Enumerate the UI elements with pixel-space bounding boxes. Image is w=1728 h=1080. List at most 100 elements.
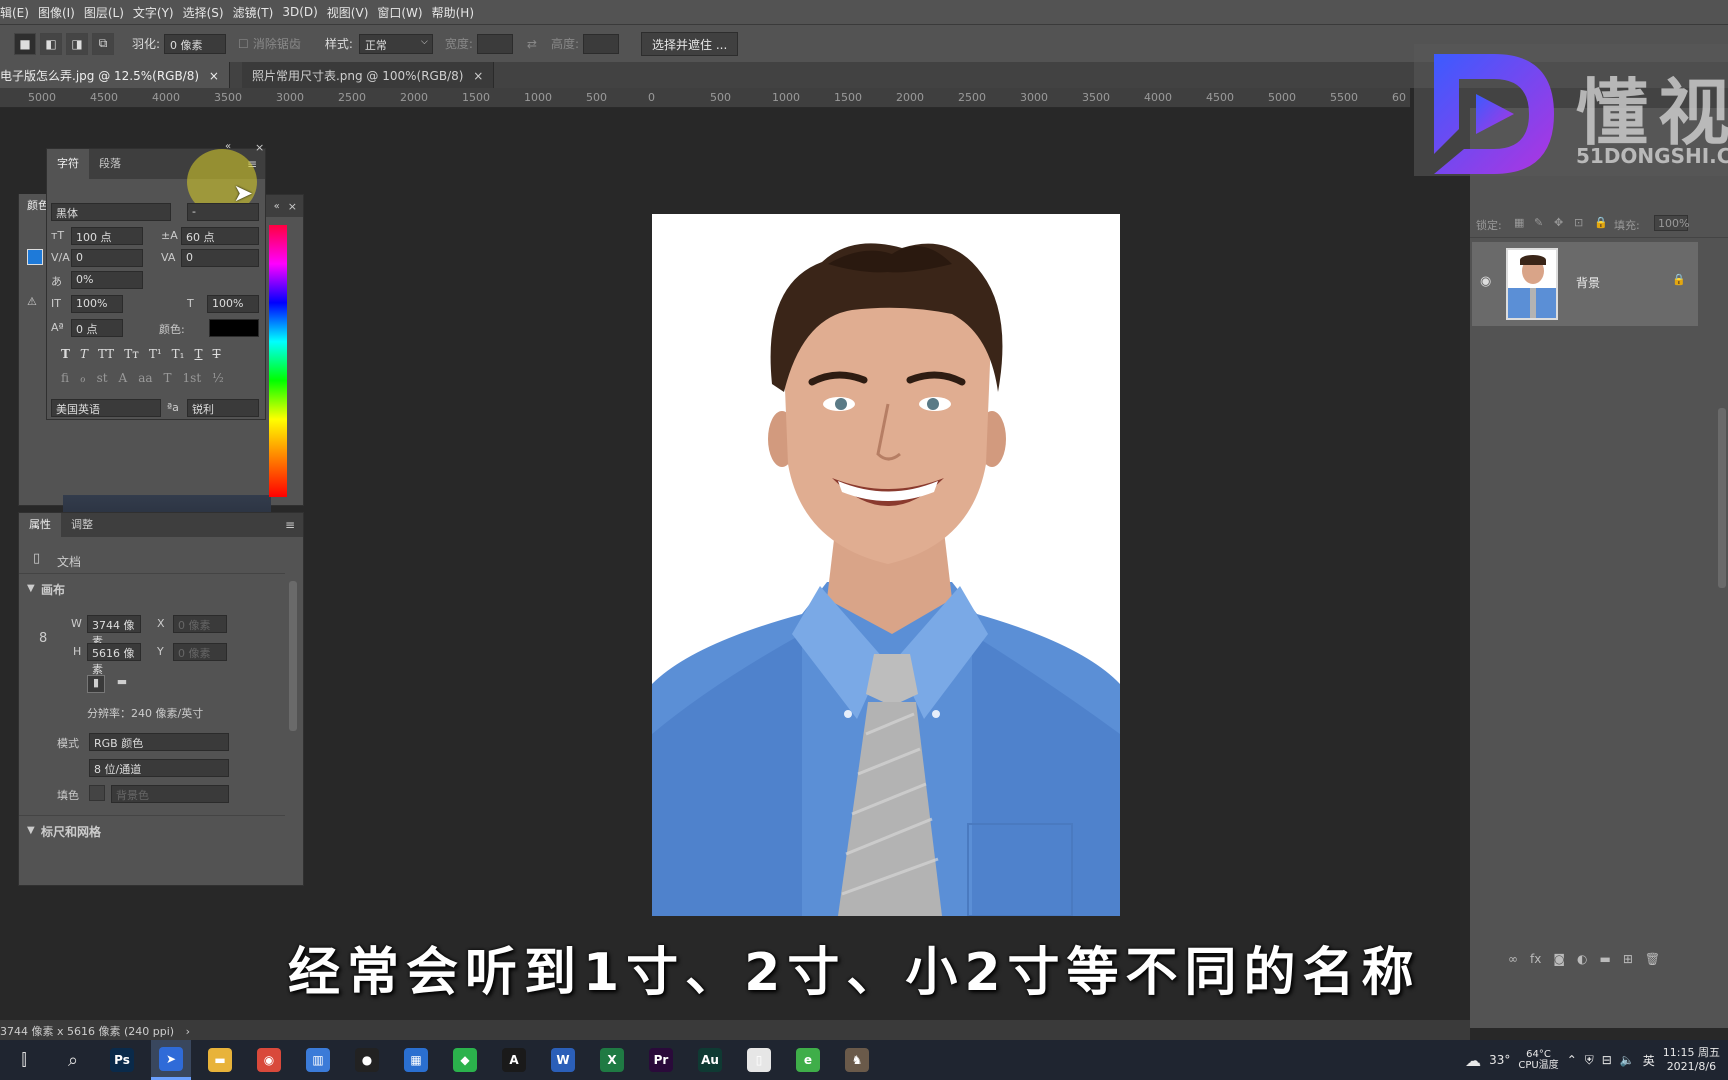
panel-scrollbar[interactable] [289, 581, 297, 731]
kerning-input[interactable]: 0 [71, 249, 143, 267]
lock-pixels-icon[interactable]: ▦ [1514, 216, 1524, 229]
tab-adjustments[interactable]: 调整 [61, 513, 103, 537]
new-selection-icon[interactable]: ■ [14, 32, 36, 55]
clock[interactable]: 11:15 周五 2021/8/6 [1663, 1046, 1720, 1074]
layer-row-background[interactable]: ◉ 背景 🔒 [1472, 242, 1698, 326]
menu-item[interactable]: 图像(I) [38, 4, 84, 21]
brush-icon[interactable]: ✎ [1534, 216, 1543, 229]
ligature-icon[interactable]: fi [61, 371, 69, 385]
folder-icon[interactable]: ▬ [1599, 952, 1610, 966]
chevron-down-icon[interactable]: ▼ [27, 583, 35, 594]
landscape-orientation-icon[interactable]: ▬ [113, 675, 131, 693]
feather-input[interactable]: 0 像素 [164, 33, 227, 54]
baseline-input[interactable]: 0 点 [71, 319, 123, 337]
horizontal-scale-input[interactable]: 100% [207, 295, 259, 313]
swap-icon[interactable]: ⇄ [527, 37, 537, 51]
underline-icon[interactable]: T [195, 347, 203, 361]
all-caps-icon[interactable]: TT [98, 347, 114, 361]
acrobat-icon[interactable]: A [494, 1040, 534, 1080]
menu-item[interactable]: 图层(L) [84, 4, 133, 21]
x-field[interactable]: 0 像素 [173, 615, 227, 633]
tab-document-2[interactable]: 照片常用尺寸表.png @ 100%(RGB/8) × [241, 62, 495, 88]
width-field[interactable]: 3744 像素 [87, 615, 141, 648]
adjustment-icon[interactable]: ◐ [1577, 952, 1587, 966]
word-icon[interactable]: W [543, 1040, 583, 1080]
record-icon[interactable]: ● [347, 1040, 387, 1080]
ps-icon[interactable]: Ps [102, 1040, 142, 1080]
link-icon[interactable]: 8 [39, 631, 47, 646]
text-color-swatch[interactable] [209, 319, 259, 337]
bold-icon[interactable]: T [61, 347, 70, 361]
strikethrough-icon[interactable]: T [213, 347, 221, 361]
green-app-icon[interactable]: ◆ [445, 1040, 485, 1080]
lock-icon[interactable]: 🔒 [1594, 216, 1608, 229]
swash-icon[interactable]: A [119, 371, 128, 385]
task-view-icon[interactable]: ⫿ [4, 1040, 44, 1080]
panel-menu-icon[interactable]: ≡ [285, 518, 295, 532]
search-icon[interactable]: ⌕ [53, 1040, 93, 1080]
intersect-selection-icon[interactable]: ⧉ [92, 32, 114, 55]
menu-item[interactable]: 帮助(H) [432, 4, 483, 21]
menu-item[interactable]: 辑(E) [0, 4, 38, 21]
shield-icon[interactable]: ⛨ [1585, 1053, 1594, 1068]
subscript-icon[interactable]: T₁ [172, 347, 185, 361]
menu-item[interactable]: 窗口(W) [377, 4, 431, 21]
tab-document-1[interactable]: 电子版怎么弄.jpg @ 12.5%(RGB/8) × [0, 62, 230, 88]
subtract-selection-icon[interactable]: ◨ [66, 32, 88, 55]
fill-swatch[interactable] [89, 785, 105, 801]
select-and-mask-button[interactable]: 选择并遮住 ... [641, 31, 739, 56]
network-icon[interactable]: ⊟ [1602, 1053, 1612, 1067]
close-icon[interactable]: × [209, 69, 219, 83]
tracking-input[interactable]: 0 [181, 249, 259, 267]
collapse-icon[interactable]: « [274, 201, 280, 212]
close-icon[interactable]: × [255, 141, 264, 154]
file-icon[interactable]: ▯ [739, 1040, 779, 1080]
leading-input[interactable]: 60 点 [181, 227, 259, 245]
fraction-icon[interactable]: ½ [212, 371, 224, 385]
photo-app-icon[interactable]: ♞ [837, 1040, 877, 1080]
browser-icon[interactable]: e [788, 1040, 828, 1080]
small-caps-icon[interactable]: Tт [124, 347, 139, 361]
menu-item[interactable]: 文字(Y) [133, 4, 183, 21]
fill-select[interactable]: 背景色 [111, 785, 229, 803]
vertical-scale-input[interactable]: 100% [71, 295, 123, 313]
height-input[interactable] [583, 33, 620, 54]
link-layers-icon[interactable]: ∞ [1508, 952, 1518, 966]
trash-icon[interactable]: 🗑 [1645, 952, 1660, 966]
hue-slider[interactable] [269, 225, 287, 497]
new-layer-icon[interactable]: ⊞ [1623, 952, 1633, 966]
antialias-checkbox[interactable]: ☐ [238, 37, 249, 51]
close-icon[interactable]: × [288, 200, 297, 213]
discretionary-icon[interactable]: st [97, 371, 108, 385]
titling-icon[interactable]: T [164, 371, 172, 385]
portrait-orientation-icon[interactable]: ▮ [87, 675, 105, 693]
cpu-temp-widget[interactable]: 64°C CPU温度 [1518, 1049, 1558, 1071]
store-icon[interactable]: ▥ [298, 1040, 338, 1080]
audition-icon[interactable]: Au [690, 1040, 730, 1080]
menu-item[interactable]: 选择(S) [183, 4, 233, 21]
width-input[interactable] [476, 33, 513, 54]
premiere-icon[interactable]: Pr [641, 1040, 681, 1080]
mode-select[interactable]: RGB 颜色 [89, 733, 229, 751]
ime-indicator[interactable]: 英 [1643, 1052, 1655, 1069]
tsume-input[interactable]: 0% [71, 271, 143, 289]
mask-icon[interactable]: ◙ [1553, 952, 1565, 966]
layers-scrollbar[interactable] [1718, 408, 1726, 588]
contextual-icon[interactable]: ℴ [80, 371, 86, 385]
foreground-swatch[interactable] [27, 249, 43, 265]
eye-icon[interactable]: ◉ [1480, 274, 1491, 289]
folder-icon[interactable]: ▬ [200, 1040, 240, 1080]
close-icon[interactable]: × [473, 69, 483, 83]
height-field[interactable]: 5616 像素 [87, 643, 141, 676]
volume-icon[interactable]: 🔈 [1620, 1053, 1635, 1067]
fill-input[interactable]: 100% [1654, 215, 1689, 231]
stylistic-icon[interactable]: aa [138, 371, 152, 385]
chrome-icon[interactable]: ◉ [249, 1040, 289, 1080]
artboard-icon[interactable]: ⊡ [1574, 216, 1583, 229]
move-icon[interactable]: ✥ [1554, 216, 1563, 229]
chevron-down-icon[interactable]: ▼ [27, 825, 35, 836]
font-style-select[interactable]: - [187, 203, 259, 221]
font-size-input[interactable]: 100 点 [71, 227, 143, 245]
menu-item[interactable]: 滤镜(T) [233, 4, 283, 21]
y-field[interactable]: 0 像素 [173, 643, 227, 661]
